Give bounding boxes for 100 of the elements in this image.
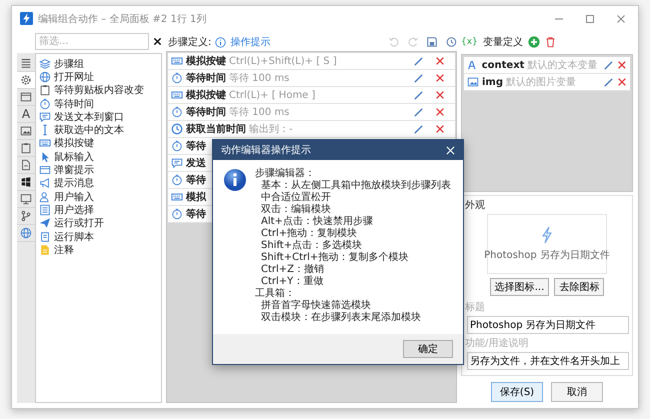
tool-item[interactable]: 步骤组 <box>54 56 84 71</box>
section-heading: 工具箱： <box>255 288 296 300</box>
history-icon[interactable] <box>445 36 457 48</box>
tool-item[interactable]: 提示消息 <box>54 176 94 190</box>
variable-row[interactable]: img 默认的图片变量 <box>464 74 630 91</box>
tool-item[interactable]: 注释 <box>54 242 74 257</box>
tip-text: Ctrl+拖动：复制模块 <box>260 228 358 240</box>
step-detail: 输出到：- <box>249 122 293 136</box>
step-row[interactable]: 模拟按键 Ctrl(L)+Shift(L)+ [ S ] <box>168 53 455 70</box>
lightning-icon <box>540 226 554 244</box>
cancel-button[interactable]: 取消 <box>551 382 603 402</box>
step-name: 等待 <box>186 208 206 221</box>
delete-icon[interactable] <box>617 60 627 70</box>
variable-name: img <box>482 76 504 88</box>
list-icon <box>39 204 51 216</box>
step-row[interactable]: 等待时间 等待 100 ms <box>168 104 455 121</box>
tip-text: 基本：从左侧工具箱中拖放模块到步骤列表中合适位置松开 <box>260 180 452 204</box>
step-name: 发送 <box>186 156 206 170</box>
ok-button[interactable]: 确定 <box>403 340 453 358</box>
step-detail: 等待 100 ms <box>229 72 290 85</box>
window-icon <box>20 91 32 103</box>
keyboard-icon <box>171 89 183 101</box>
description-field[interactable]: 另存为文件，并在文件名开头加上 <box>467 352 629 370</box>
variable-description: 默认的文本变量 <box>527 58 598 72</box>
file-icon <box>20 159 32 171</box>
close-icon[interactable] <box>446 146 455 154</box>
tool-item[interactable]: 运行或打开 <box>54 216 104 230</box>
step-name: 获取当前时间 <box>186 122 246 136</box>
clipboard-icon <box>20 142 32 154</box>
delete-icon[interactable] <box>617 77 627 87</box>
tool-item[interactable]: 用户输入 <box>54 190 94 204</box>
step-name: 等待时间 <box>186 106 226 119</box>
tool-item[interactable]: 等待时间 <box>54 96 94 111</box>
title-label: 标题 <box>465 300 486 314</box>
category-tab[interactable] <box>17 208 35 225</box>
filter-field[interactable]: 筛选... <box>35 33 149 50</box>
clock-icon <box>171 72 183 84</box>
tip-text: Ctrl+Y：重做 <box>260 276 324 288</box>
title-field[interactable]: Photoshop 另存为日期文件 <box>467 316 629 334</box>
tip-text: 拼音首字母快速筛选模块 <box>260 300 372 312</box>
save-icon[interactable] <box>426 36 438 48</box>
category-tab[interactable] <box>17 72 35 89</box>
step-detail: Ctrl(L)+ [ Home ] <box>229 90 316 100</box>
delete-icon[interactable] <box>435 90 445 100</box>
globe-icon <box>39 70 51 83</box>
edit-icon[interactable] <box>603 60 614 70</box>
clock-icon <box>39 98 51 110</box>
delete-icon[interactable] <box>435 73 445 83</box>
step-row[interactable]: 获取当前时间 输出到：- <box>168 121 455 138</box>
edit-icon[interactable] <box>413 124 424 134</box>
step-name: 模拟按键 <box>186 54 226 68</box>
help-link[interactable]: 操作提示 <box>230 35 270 49</box>
clear-icon[interactable] <box>153 37 162 46</box>
tool-item[interactable]: 打开网址 <box>54 70 94 84</box>
info-icon <box>215 36 226 48</box>
close-button[interactable] <box>616 14 626 24</box>
tool-item[interactable]: 发送文本到窗口 <box>54 110 124 124</box>
edit-icon[interactable] <box>413 72 424 84</box>
tool-item[interactable]: 模拟按键 <box>54 136 94 150</box>
settings-icon <box>20 74 32 86</box>
clipboard-icon <box>39 84 51 96</box>
steps-label: 步骤定义: <box>168 36 212 49</box>
step-detail: 等待 100 ms <box>229 106 290 119</box>
tool-item[interactable]: 运行脚本 <box>54 230 94 244</box>
remove-icon-button[interactable]: 去除图标 <box>554 278 604 296</box>
category-tab[interactable]: A <box>17 106 35 123</box>
edit-icon[interactable] <box>413 106 424 118</box>
tool-item[interactable]: 鼠标输入 <box>54 150 94 164</box>
tip-text: 双击模块：在步骤列表末尾添加模块 <box>260 312 422 324</box>
delete-icon[interactable] <box>435 124 445 134</box>
maximize-button[interactable] <box>585 14 595 24</box>
clock-icon <box>171 123 183 135</box>
tool-item[interactable]: 等待剪贴板内容改变 <box>54 83 144 98</box>
edit-icon[interactable] <box>413 90 424 100</box>
save-button[interactable]: 保存(S) <box>491 382 543 402</box>
popup-icon <box>39 164 51 176</box>
tip-text: Alt+点击：快速禁用步骤 <box>260 216 374 228</box>
tool-item[interactable]: 弹窗提示 <box>54 163 94 178</box>
add-icon[interactable] <box>528 36 540 48</box>
choose-icon-button[interactable]: 选择图标... <box>490 278 550 296</box>
step-row[interactable]: 模拟按键 Ctrl(L)+ [ Home ] <box>168 87 455 104</box>
clock-icon <box>171 174 183 186</box>
variable-row[interactable]: context 默认的文本变量 <box>464 57 630 74</box>
tool-item[interactable]: 获取选中的文本 <box>54 123 124 138</box>
edit-icon[interactable] <box>603 76 614 88</box>
trash-icon[interactable] <box>544 36 556 48</box>
delete-icon[interactable] <box>435 56 445 66</box>
edit-icon[interactable] <box>413 56 424 66</box>
variable-description: 默认的图片变量 <box>506 76 576 89</box>
dialog-title: 动作编辑器操作提示 <box>221 144 311 157</box>
lightning-icon <box>20 12 33 25</box>
tool-item[interactable]: 用户选择 <box>54 202 94 217</box>
category-tab[interactable] <box>17 157 35 174</box>
window-title: 编辑组合动作 – 全局面板 #2 1行 1列 <box>38 12 208 26</box>
delete-icon[interactable] <box>435 107 445 117</box>
layers-icon <box>39 58 51 70</box>
chat-icon <box>39 110 51 123</box>
image-icon <box>20 125 32 137</box>
clock-icon <box>171 208 183 220</box>
step-row[interactable]: 等待时间 等待 100 ms <box>168 70 455 87</box>
